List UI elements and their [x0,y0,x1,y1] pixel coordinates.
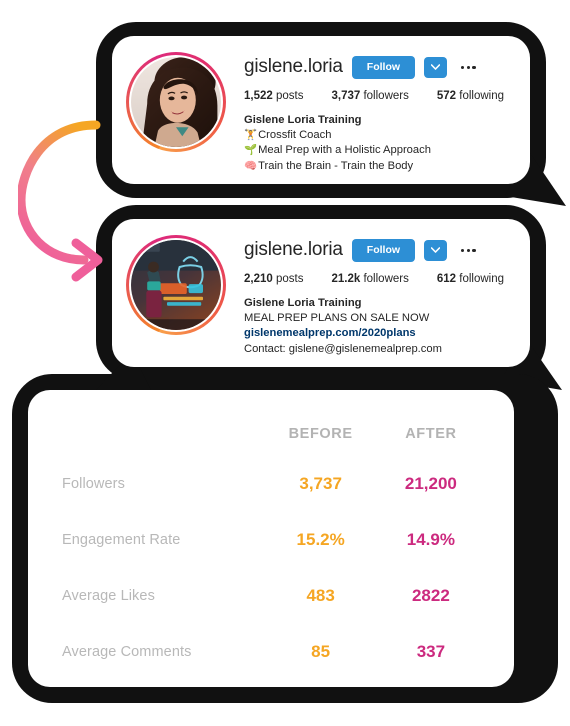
profile-header-row-after: gislene.loria Follow [244,239,514,262]
bio-contact-after: Contact: gislene@gislenemealprep.com [244,342,442,355]
table-row: Followers 3,737 21,200 [62,456,486,512]
stat-posts-label-before: posts [275,89,304,102]
gym-neon-photo-icon [131,240,221,330]
stat-followers-label-after: followers [363,272,409,285]
row-after-followers: 21,200 [404,474,457,493]
row-label-average-likes: Average Likes [62,588,155,604]
stat-followers-after[interactable]: 21.2k followers [331,273,408,285]
dot [466,65,470,69]
profile-username-after[interactable]: gislene.loria [244,239,343,261]
bio-line-2-text-before: Meal Prep with a Holistic Approach [258,144,431,157]
row-after-average-likes: 2822 [411,586,450,605]
table-row: Average Likes 483 2822 [62,568,486,624]
avatar-ring-after[interactable] [126,235,226,335]
profile-bio-after: Gislene Loria Training MEAL PREP PLANS O… [244,296,514,358]
stat-posts-after[interactable]: 2,210 posts [244,273,303,285]
dot [461,65,465,69]
bio-name-after: Gislene Loria Training [244,296,362,309]
stat-posts-before[interactable]: 1,522 posts [244,90,303,102]
bio-website-link-after[interactable]: gislenemealprep.com/2020plans [244,326,514,341]
stat-following-after[interactable]: 612 following [437,273,504,285]
dot [466,248,470,252]
avatar-ring-before[interactable] [126,52,226,152]
comparison-table-body: Followers 3,737 21,200 Engagement Rate 1… [62,456,486,680]
avatar-gap [129,238,223,332]
dot [461,248,465,252]
row-after-average-comments: 337 [416,642,446,661]
avatar-photo-after[interactable] [131,240,221,330]
portrait-photo-icon [131,57,221,147]
table-row: Engagement Rate 15.2% 14.9% [62,512,486,568]
stat-following-label-before: following [459,89,504,102]
stat-following-value-after: 612 [436,272,457,285]
more-options-button-before[interactable] [459,62,478,73]
more-options-button-after[interactable] [459,245,478,256]
stat-posts-label-after: posts [275,272,304,285]
stat-posts-value-after: 2,210 [244,272,273,285]
instagram-profile-card-before: gislene.loria Follow 1,522 posts 3,737 f… [112,36,530,184]
row-after-engagement-rate: 14.9% [406,530,455,549]
stat-followers-value-after: 21.2k [331,272,361,285]
follow-dropdown-button-after[interactable] [424,239,448,261]
profile-header-row-before: gislene.loria Follow [244,56,514,79]
bio-line-3-text-before: Train the Brain - Train the Body [258,159,414,172]
stat-followers-label-before: followers [363,89,409,102]
follow-button-before[interactable]: Follow [351,56,416,79]
bio-line-3-before: 🧠Train the Brain - Train the Body [244,159,514,174]
stat-followers-value-before: 3,737 [331,89,361,102]
profile-details-before: gislene.loria Follow 1,522 posts 3,737 f… [244,50,514,174]
comparison-table-head: BEFORE AFTER [62,412,486,456]
stat-posts-value-before: 1,522 [244,89,273,102]
bio-name-before: Gislene Loria Training [244,113,362,126]
comparison-table: BEFORE AFTER Followers 3,737 21,200 Enga… [62,412,486,680]
avatar-photo-before[interactable] [131,57,221,147]
profile-stats-before: 1,522 posts 3,737 followers 572 followin… [244,90,514,102]
profile-bio-before: Gislene Loria Training 🏋️Crossfit Coach … [244,113,514,175]
weightlifter-icon: 🏋️ [244,128,258,141]
leaf-icon: 🌱 [244,144,258,157]
row-label-engagement-rate: Engagement Rate [62,532,181,548]
instagram-profile-card-after: gislene.loria Follow 2,210 posts 21.2k f… [112,219,530,367]
dot [472,248,476,252]
profile-stats-after: 2,210 posts 21.2k followers 612 followin… [244,273,514,285]
stat-followers-before[interactable]: 3,737 followers [331,90,408,102]
row-label-average-comments: Average Comments [62,644,192,660]
header-before: BEFORE [288,426,353,442]
avatar-gap [129,55,223,149]
stat-following-value-before: 572 [436,89,457,102]
before-after-comparison-card: BEFORE AFTER Followers 3,737 21,200 Enga… [28,390,514,687]
profile-username-before[interactable]: gislene.loria [244,56,343,78]
row-label-followers: Followers [62,476,125,492]
bio-line-2-before: 🌱Meal Prep with a Holistic Approach [244,143,514,158]
header-metric [62,412,266,456]
follow-dropdown-button-before[interactable] [424,56,448,78]
brain-icon: 🧠 [244,159,258,172]
profile-details-after: gislene.loria Follow 2,210 posts 21.2k f… [244,233,514,357]
follow-button-after[interactable]: Follow [351,239,416,262]
table-header-row: BEFORE AFTER [62,412,486,456]
stat-following-before[interactable]: 572 following [437,90,504,102]
row-before-average-comments: 85 [311,642,331,661]
row-before-average-likes: 483 [306,586,335,605]
chevron-down-icon [431,64,441,71]
row-before-engagement-rate: 15.2% [296,530,345,549]
row-before-followers: 3,737 [299,474,342,493]
stat-following-label-after: following [459,272,504,285]
table-row: Average Comments 85 337 [62,624,486,680]
infographic-stage: gislene.loria Follow 1,522 posts 3,737 f… [0,0,570,726]
bio-line-1-before: 🏋️Crossfit Coach [244,128,514,143]
chevron-down-icon [431,247,441,254]
bio-headline-after: MEAL PREP PLANS ON SALE NOW [244,311,430,324]
bio-line-1-text-before: Crossfit Coach [258,128,332,141]
header-after: AFTER [405,426,457,442]
dot [472,65,476,69]
